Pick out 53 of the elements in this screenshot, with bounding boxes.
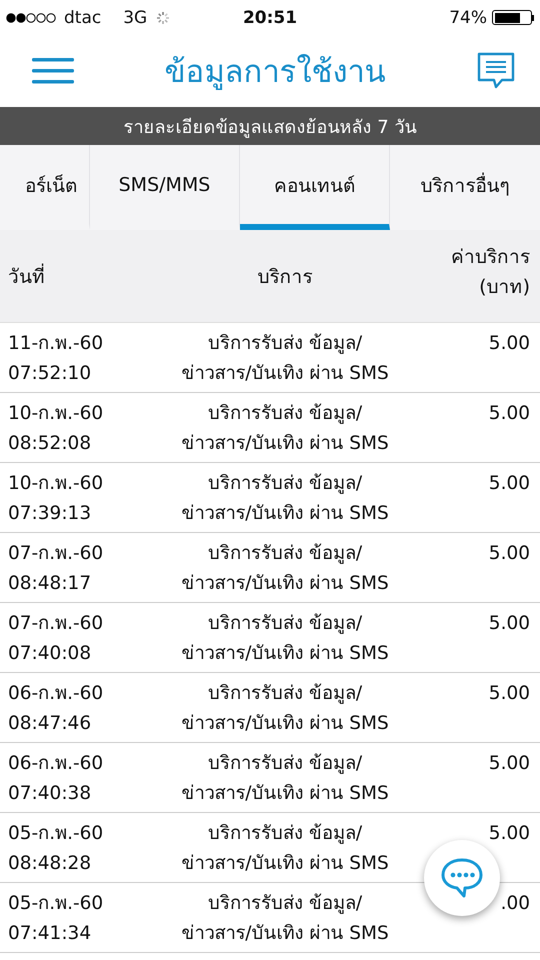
price-cell-text: 5.00 xyxy=(488,682,531,706)
loading-icon xyxy=(155,10,172,26)
column-header: ค่าบริการ (บาท) xyxy=(450,245,531,300)
network-type: 3G xyxy=(123,8,148,28)
date-cell-text: 05-ก.พ.-60 xyxy=(8,892,104,916)
price-cell-text: 5.00 xyxy=(488,472,531,496)
page-title: ข้อมูลการใช้งาน xyxy=(164,53,386,92)
battery-icon xyxy=(492,10,534,25)
speech-bubble-icon xyxy=(440,857,484,899)
price-cell-text: 5.00 xyxy=(488,542,531,566)
clock-time: 20:51 xyxy=(242,8,298,28)
price-cell-text: 5.00 xyxy=(488,612,531,636)
price-cell-text: 5.00 xyxy=(488,752,531,776)
time-cell-text: 08:52:08 xyxy=(8,432,92,456)
date-cell-text: 10-ก.พ.-60 xyxy=(8,402,104,426)
menu-icon[interactable] xyxy=(32,57,74,85)
service-cell-text: บริการรับส่ง ข้อมูล/ ข่าวสาร/บันเทิง ผ่าน SMS xyxy=(180,752,390,806)
date-cell-text: 07-ก.พ.-60 xyxy=(8,542,104,566)
time-cell-text: 07:41:34 xyxy=(8,922,92,946)
tab[interactable]: บริการอื่นๆ xyxy=(390,145,540,230)
chat-button[interactable] xyxy=(424,840,500,916)
signal-icon xyxy=(6,12,56,24)
service-cell-text: บริการรับส่ง ข้อมูล/ ข่าวสาร/บันเทิง ผ่าน SMS xyxy=(180,682,390,736)
info-banner: รายละเอียดข้อมูลแสดงย้อนหลัง 7 วัน xyxy=(0,107,540,145)
column-header: วันที่ xyxy=(0,261,160,291)
carrier-name: dtac xyxy=(64,8,102,28)
price-cell-text: .00 xyxy=(500,892,531,916)
service-cell-text: บริการรับส่ง ข้อมูล/ ข่าวสาร/บันเทิง ผ่าน SMS xyxy=(180,822,390,876)
time-cell-text: 08:48:17 xyxy=(8,572,92,596)
service-cell-text: บริการรับส่ง ข้อมูล/ ข่าวสาร/บันเทิง ผ่าน SMS xyxy=(180,542,390,596)
service-cell-text: บริการรับส่ง ข้อมูล/ ข่าวสาร/บันเทิง ผ่าน SMS xyxy=(180,892,390,946)
price-cell-text: 5.00 xyxy=(488,332,531,356)
column-header: บริการ xyxy=(256,265,314,290)
time-cell-text: 07:52:10 xyxy=(8,362,92,386)
service-cell-text: บริการรับส่ง ข้อมูล/ ข่าวสาร/บันเทิง ผ่าน SMS xyxy=(180,332,390,386)
service-cell-text: บริการรับส่ง ข้อมูล/ ข่าวสาร/บันเทิง ผ่าน SMS xyxy=(180,612,390,666)
service-cell-text: บริการรับส่ง ข้อมูล/ ข่าวสาร/บันเทิง ผ่าน SMS xyxy=(180,472,390,526)
message-icon[interactable] xyxy=(476,52,516,90)
time-cell-text: 07:40:38 xyxy=(8,782,92,806)
price-cell-text: 5.00 xyxy=(488,402,531,426)
service-cell-text: บริการรับส่ง ข้อมูล/ ข่าวสาร/บันเทิง ผ่าน SMS xyxy=(180,402,390,456)
time-cell-text: 07:40:08 xyxy=(8,642,92,666)
price-cell-text: 5.00 xyxy=(488,822,531,846)
time-cell-text: 08:48:28 xyxy=(8,852,92,876)
date-cell-text: 11-ก.พ.-60 xyxy=(8,332,104,356)
time-cell-text: 07:39:13 xyxy=(8,502,92,526)
date-cell-text: 07-ก.พ.-60 xyxy=(8,612,104,636)
battery-percent: 74% xyxy=(449,8,487,28)
date-cell-text: 05-ก.พ.-60 xyxy=(8,822,104,846)
date-cell-text: 06-ก.พ.-60 xyxy=(8,752,104,776)
time-cell-text: 08:47:46 xyxy=(8,712,92,736)
date-cell-text: 10-ก.พ.-60 xyxy=(8,472,104,496)
date-cell-text: 06-ก.พ.-60 xyxy=(8,682,104,706)
